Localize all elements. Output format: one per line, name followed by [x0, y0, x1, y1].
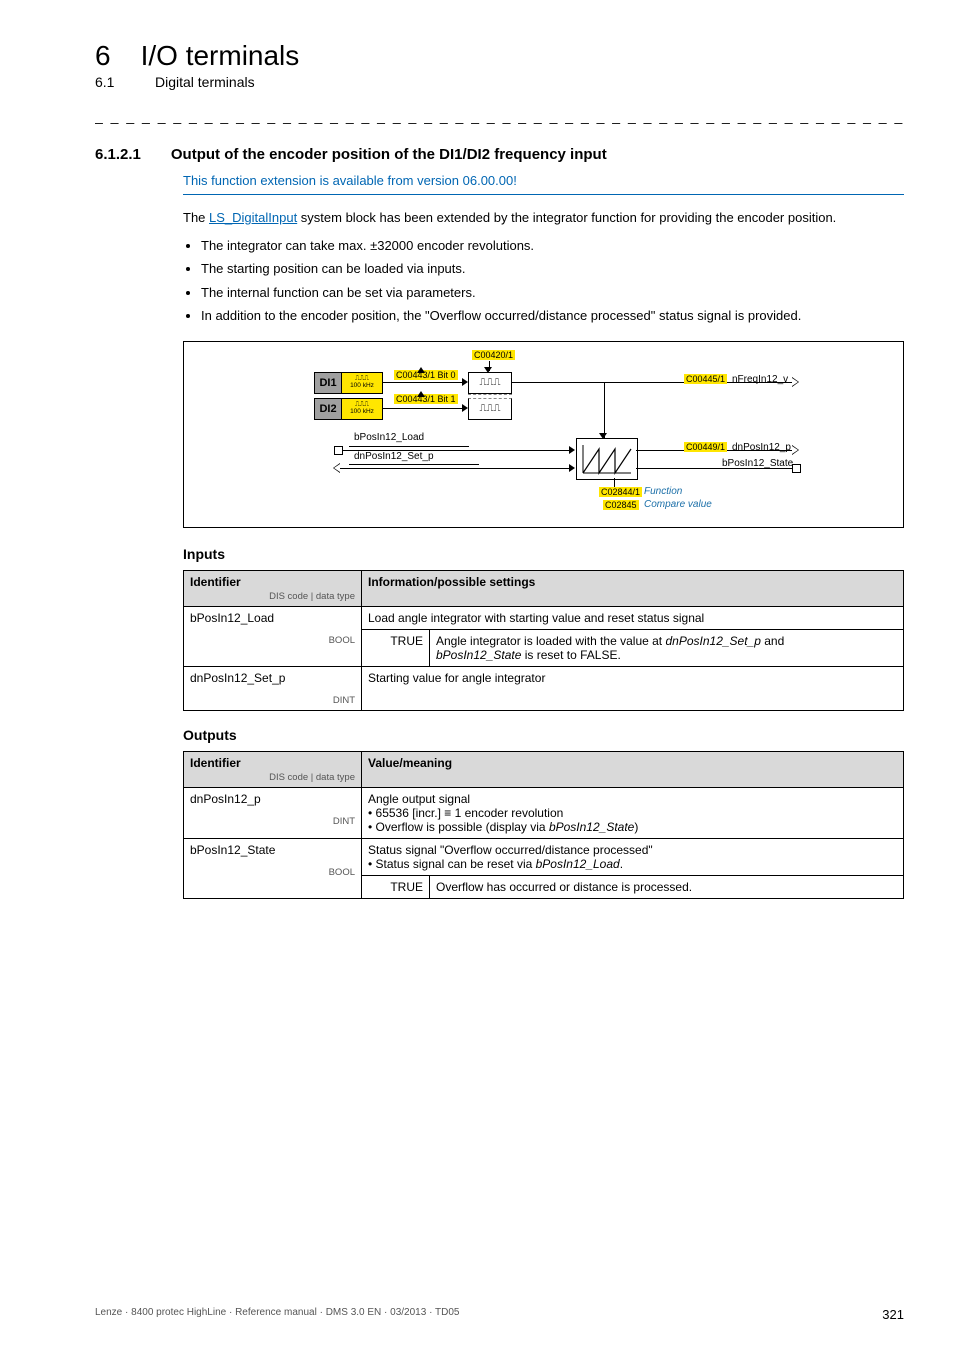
connector-line [382, 408, 464, 409]
function-graph-box [576, 438, 638, 480]
c00420-label: C00420/1 [472, 350, 515, 360]
output-arrow-icon-fill [792, 378, 798, 386]
c00445-label: C00445/1 [684, 374, 727, 384]
c02844-label: C02844/1 [599, 487, 642, 497]
separator-dashes: _ _ _ _ _ _ _ _ _ _ _ _ _ _ _ _ _ _ _ _ … [95, 108, 904, 124]
di2-wave: ⎍⎍⎍100 kHz [342, 398, 383, 420]
dashed-line [468, 394, 512, 395]
output-row-desc: Status signal "Overflow occurred/distanc… [362, 838, 904, 875]
label-underline [349, 464, 479, 465]
output-sub-value: TRUE [362, 875, 430, 898]
dnpos-label: dnPosIn12_p [732, 442, 791, 453]
outputs-heading: Outputs [183, 727, 904, 743]
page-number: 321 [882, 1307, 904, 1322]
connector-line [512, 382, 604, 383]
di2-block: DI2 ⎍⎍⎍100 kHz [314, 398, 383, 420]
input-row-info: Starting value for angle integrator [362, 666, 904, 710]
page-footer: Lenze · 8400 protec HighLine · Reference… [95, 1307, 904, 1322]
chapter-title: I/O terminals [141, 40, 300, 72]
input-arrow-fill [334, 464, 340, 472]
nfreq-label: nFreqIn12_v [732, 374, 788, 385]
output-row-id: dnPosIn12_p DINT [184, 787, 362, 838]
outputs-table: Identifier DIS code | data type Value/me… [183, 751, 904, 899]
c00443-bit0-label: C00443/1 Bit 0 [394, 370, 458, 380]
arrow-icon [417, 391, 425, 397]
chapter-number: 6 [95, 40, 111, 72]
bullet-item: In addition to the encoder position, the… [201, 307, 904, 325]
c02845-label: C02845 [603, 500, 639, 510]
intro-pre: The [183, 210, 209, 225]
input-row-id: dnPosIn12_Set_p DINT [184, 666, 362, 710]
connector-line [339, 468, 571, 469]
input-row-info: Load angle integrator with starting valu… [362, 606, 904, 629]
ls-digitalinput-link[interactable]: LS_DigitalInput [209, 210, 297, 225]
di2-label: DI2 [314, 398, 342, 420]
di1-wave: ⎍⎍⎍100 kHz [342, 372, 383, 394]
connector-line [382, 382, 464, 383]
arrow-icon [569, 446, 575, 454]
footer-text: Lenze · 8400 protec HighLine · Reference… [95, 1307, 459, 1322]
function-label: Function [644, 486, 682, 497]
inputs-header-identifier: Identifier DIS code | data type [184, 570, 362, 606]
bullet-item: The integrator can take max. ±32000 enco… [201, 237, 904, 255]
bullet-item: The internal function can be set via par… [201, 284, 904, 302]
di1-label: DI1 [314, 372, 342, 394]
compare-label: Compare value [644, 499, 712, 510]
version-note: This function extension is available fro… [183, 173, 904, 188]
outputs-header-identifier: Identifier DIS code | data type [184, 751, 362, 787]
c00449-label: C00449/1 [684, 442, 727, 452]
blue-divider [183, 194, 904, 195]
subsection-number: 6.1.2.1 [95, 146, 141, 163]
input-port-icon [334, 446, 343, 455]
inputs-table: Identifier DIS code | data type Informat… [183, 570, 904, 711]
subsection-title: Output of the encoder position of the DI… [171, 146, 607, 163]
block-diagram: DI1 ⎍⎍⎍100 kHz DI2 ⎍⎍⎍100 kHz C00443/1 B… [183, 341, 904, 528]
bstate-label: bPosIn12_State [722, 458, 793, 469]
label-underline [349, 446, 469, 447]
dnset-label: dnPosIn12_Set_p [354, 451, 434, 462]
output-sub-desc: Overflow has occurred or distance is pro… [430, 875, 904, 898]
ramp-icon [577, 439, 637, 479]
inputs-header-info: Information/possible settings [362, 570, 904, 606]
input-sub-value: TRUE [362, 629, 430, 666]
section-title: Digital terminals [155, 74, 255, 90]
bullet-list: The integrator can take max. ±32000 enco… [183, 237, 904, 325]
c00443-bit1-label: C00443/1 Bit 1 [394, 394, 458, 404]
output-arrow-icon-fill [792, 446, 798, 454]
di1-block: DI1 ⎍⎍⎍100 kHz [314, 372, 383, 394]
connector-line [614, 478, 615, 487]
arrow-icon [417, 367, 425, 373]
input-row-id: bPosIn12_Load BOOL [184, 606, 362, 666]
connector-line [604, 382, 605, 438]
output-row-desc: Angle output signal • 65536 [incr.] ≡ 1 … [362, 787, 904, 838]
intro-paragraph: The LS_DigitalInput system block has bee… [183, 209, 904, 227]
arrow-icon [569, 464, 575, 472]
inputs-heading: Inputs [183, 546, 904, 562]
bload-label: bPosIn12_Load [354, 432, 424, 443]
output-port-icon [792, 464, 801, 473]
pulse-box-2: ⎍⎍⎍ [468, 398, 512, 420]
bullet-item: The starting position can be loaded via … [201, 260, 904, 278]
intro-post: system block has been extended by the in… [297, 210, 836, 225]
pulse-box-1: ⎍⎍⎍ [468, 372, 512, 394]
arrow-icon [599, 433, 607, 439]
output-row-id: bPosIn12_State BOOL [184, 838, 362, 898]
input-sub-desc: Angle integrator is loaded with the valu… [430, 629, 904, 666]
section-number: 6.1 [95, 74, 125, 90]
outputs-header-value: Value/meaning [362, 751, 904, 787]
